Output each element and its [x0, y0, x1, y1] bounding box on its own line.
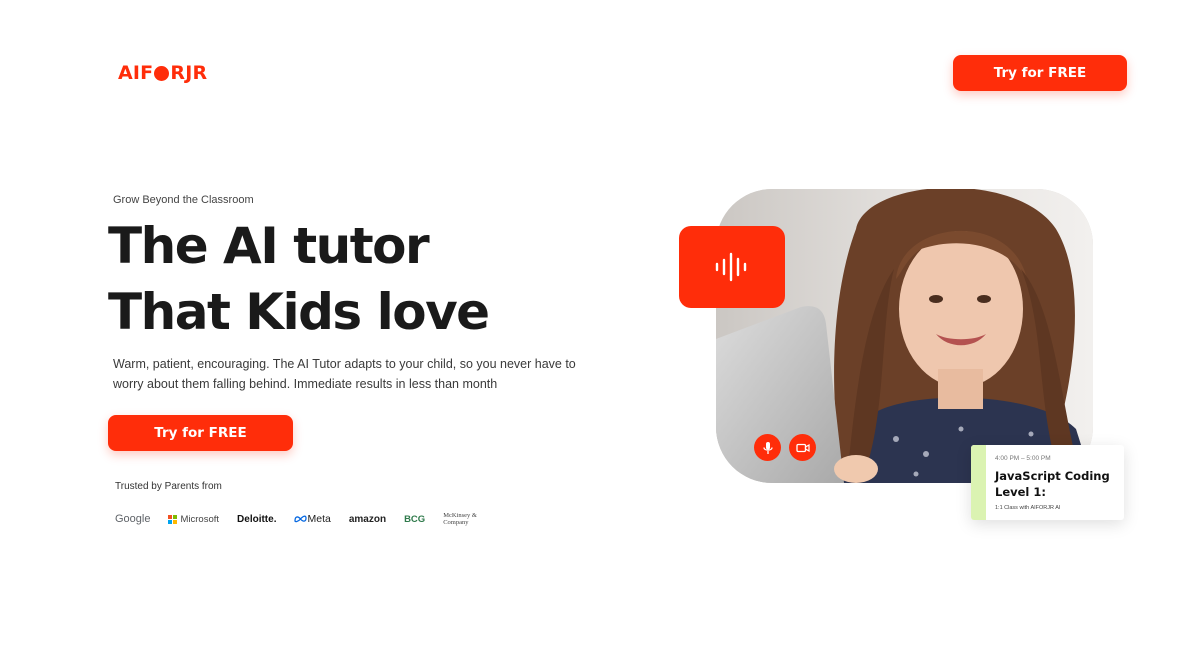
- logo-text-right: RJR: [170, 62, 208, 84]
- deloitte-logo: Deloitte.: [237, 513, 277, 525]
- hero-eyebrow: Grow Beyond the Classroom: [113, 194, 254, 206]
- meta-logo: Meta: [294, 513, 331, 525]
- microsoft-logo: Microsoft: [168, 514, 219, 525]
- class-title: JavaScript Coding Level 1:: [995, 469, 1110, 499]
- microsoft-logo-text: Microsoft: [180, 513, 220, 525]
- microphone-button[interactable]: [754, 434, 781, 461]
- class-time: 4:00 PM – 5:00 PM: [995, 455, 1051, 462]
- mckinsey-logo: McKinsey & Company: [443, 512, 477, 526]
- voice-assistant-tile[interactable]: [679, 226, 785, 308]
- partner-logos: Google Microsoft Deloitte. Meta amazon B…: [115, 510, 501, 528]
- hero-headline-line-1: The AI tutor: [108, 217, 430, 275]
- meta-logo-text: Meta: [307, 513, 331, 525]
- bcg-logo: BCG: [404, 513, 426, 525]
- meta-infinity-icon: [294, 515, 308, 523]
- audio-waveform-icon: [715, 252, 747, 282]
- hero-headline-line-2: That Kids love: [108, 283, 490, 341]
- class-schedule-card[interactable]: 4:00 PM – 5:00 PM JavaScript Coding Leve…: [971, 445, 1124, 520]
- logo-text-left: AIF: [118, 62, 154, 84]
- microsoft-squares-icon: [168, 514, 178, 524]
- logo-dot-icon: [154, 65, 170, 81]
- google-logo: Google: [115, 513, 151, 525]
- class-subtitle: 1:1 Class with AIFORJR AI: [995, 505, 1061, 511]
- microphone-icon: [762, 441, 773, 454]
- class-card-accent-bar: [971, 445, 986, 520]
- video-camera-icon: [795, 443, 810, 452]
- hero-description: Warm, patient, encouraging. The AI Tutor…: [113, 357, 576, 391]
- hero-try-free-button[interactable]: Try for FREE: [108, 415, 293, 451]
- brand-logo[interactable]: AIF RJR: [118, 62, 207, 84]
- header-try-free-button[interactable]: Try for FREE: [953, 55, 1127, 91]
- amazon-logo: amazon: [348, 513, 387, 525]
- trusted-label: Trusted by Parents from: [115, 481, 222, 492]
- camera-button[interactable]: [789, 434, 816, 461]
